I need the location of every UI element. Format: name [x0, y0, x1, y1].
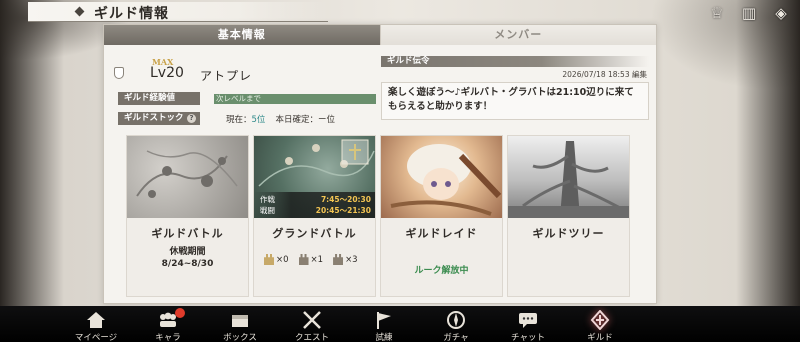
guild-name: アトプレ	[200, 69, 253, 83]
exp-bar-text: 次レベルまで	[216, 93, 261, 103]
stock-confirmed-label: 本日確定：	[275, 114, 318, 125]
guild-header: MAX Lv20 アトプレ	[114, 55, 374, 83]
schedule-row-battle: 戦闘 20:45～21:30	[260, 205, 371, 216]
guild-level: Lv20	[150, 65, 184, 81]
title-plate: ギルド情報	[28, 2, 328, 22]
nav-item-flag[interactable]: 試練	[349, 306, 419, 342]
tower-icon	[333, 254, 344, 265]
nav-item-characters[interactable]: キャラ	[133, 306, 203, 342]
guild-tree-image	[508, 136, 629, 218]
raid-status: ルーク解放中	[414, 266, 469, 276]
schedule-time: 20:45～21:30	[315, 206, 371, 215]
tower-counts: ×0 ×1 ×3	[264, 254, 358, 265]
schedule-label: 戦闘	[260, 206, 275, 215]
guild-message: ギルド伝令 2026/07/18 18:53 編集 楽しく遊ぼう～♪ギルバト・グ…	[381, 56, 649, 128]
card-title: グランドバトル	[272, 227, 357, 240]
stock-current-rank: 5位	[251, 114, 266, 125]
stock-label-text: ギルドストック	[124, 113, 184, 123]
guild-icon	[589, 309, 611, 331]
grand-battle-map-image: 作戦 7:45～20:30 戦闘 20:45～21:30	[254, 136, 375, 218]
nav-label: マイページ	[74, 333, 118, 342]
message-body: 楽しく遊ぼう～♪ギルバト・グラバトは21:10辺りに来てもらえると助かります！	[381, 82, 649, 120]
tower-count-brown: ×1	[298, 254, 324, 265]
help-icon[interactable]: ?	[187, 114, 196, 123]
feature-cards: ギルドバトル 休戦期間 8/24~8/30 作戦 7:45～20:30 戦闘 2…	[126, 135, 636, 297]
tower-count-text: ×1	[310, 254, 324, 265]
nav-label: 試練	[375, 333, 393, 342]
nav-item-box[interactable]: ボックス	[205, 306, 275, 342]
message-timestamp: 2026/07/18 18:53	[562, 70, 630, 79]
card-title: ギルドレイド	[405, 227, 478, 240]
card-title: ギルドツリー	[532, 227, 605, 240]
exp-row: ギルド経験値 次レベルまで	[118, 92, 376, 105]
tab-bar: 基本情報 メンバー	[104, 25, 656, 45]
nav-label: クエスト	[294, 333, 329, 342]
exp-label: ギルド経験値	[118, 92, 200, 105]
crown-icon[interactable]: ♕	[706, 3, 728, 23]
exp-bar: 次レベルまで	[214, 93, 376, 104]
guild-raid-character-image	[381, 136, 502, 218]
schedule-row-strategy: 作戦 7:45～20:30	[260, 194, 371, 205]
guild-tree-card[interactable]: ギルドツリー	[507, 135, 630, 297]
stock-current-label: 現在：	[226, 114, 252, 125]
gacha-icon	[445, 310, 467, 330]
guild-raid-card[interactable]: ギルドレイド ルーク解放中	[380, 135, 503, 297]
tower-count-text: ×3	[345, 254, 358, 265]
page-title: ギルド情報	[94, 6, 169, 22]
grand-battle-schedule: 作戦 7:45～20:30 戦闘 20:45～21:30	[254, 192, 375, 218]
tower-count-gold: ×0	[264, 254, 289, 265]
nav-item-chat[interactable]: チャット	[493, 306, 563, 342]
guild-emblem-icon[interactable]	[114, 67, 124, 79]
nav-label: チャット	[511, 333, 545, 342]
box-icon	[229, 310, 251, 330]
tower-icon	[298, 254, 309, 265]
battle-period: 8/24~8/30	[161, 259, 214, 269]
nav-item-swords[interactable]: クエスト	[277, 306, 347, 342]
tower-icon	[264, 254, 274, 265]
tab-basic-info[interactable]: 基本情報	[104, 25, 380, 45]
nav-label: ガチャ	[443, 333, 469, 342]
home-icon	[85, 310, 107, 330]
notification-badge	[175, 308, 185, 318]
chat-icon	[517, 310, 539, 330]
diamond-icon	[74, 6, 85, 17]
battle-status: 休戦期間 8/24~8/30	[127, 246, 248, 270]
top-icon-bar: ♕ ▥ ◈	[706, 3, 792, 23]
flag-icon	[373, 310, 395, 330]
nav-item-guild[interactable]: ギルド	[565, 306, 635, 342]
guild-screen: ギルド情報 ♕ ▥ ◈ 基本情報 メンバー MAX Lv20 アトプレ ギルド経…	[0, 0, 800, 342]
message-header: ギルド伝令	[381, 56, 649, 67]
swords-icon	[301, 310, 323, 330]
grand-battle-card[interactable]: 作戦 7:45～20:30 戦闘 20:45～21:30 グランドバトル ×0 …	[253, 135, 376, 297]
message-meta: 2026/07/18 18:53 編集	[381, 69, 649, 80]
nav-label: キャラ	[155, 333, 181, 342]
schedule-label: 作戦	[260, 195, 275, 204]
edit-button[interactable]: 編集	[632, 70, 647, 79]
stock-confirmed-value: ー位	[317, 114, 335, 125]
guild-battle-map-image	[127, 136, 248, 218]
tag-icon[interactable]: ◈	[770, 3, 792, 23]
battle-status-text: 休戦期間	[169, 247, 206, 257]
nav-item-gacha[interactable]: ガチャ	[421, 306, 491, 342]
stock-row: ギルドストック ? 現在：5位 本日確定：ー位	[118, 112, 376, 125]
tower-count-brown: ×3	[333, 254, 358, 265]
stock-info: 現在：5位 本日確定：ー位	[226, 113, 335, 125]
nav-item-home[interactable]: マイページ	[61, 306, 131, 342]
stock-label: ギルドストック ?	[118, 112, 200, 125]
nav-label: ギルド	[587, 333, 613, 342]
guild-battle-card[interactable]: ギルドバトル 休戦期間 8/24~8/30	[126, 135, 249, 297]
card-title: ギルドバトル	[151, 227, 224, 240]
bottom-navigation: マイページ キャラ ボックス クエスト 試練 ガチャ チャット ギルド	[0, 306, 800, 342]
schedule-time: 7:45～20:30	[320, 195, 371, 204]
nav-label: ボックス	[223, 333, 257, 342]
guild-info-panel: 基本情報 メンバー MAX Lv20 アトプレ ギルド経験値 次レベルまで ギル…	[103, 24, 657, 304]
tab-members[interactable]: メンバー	[379, 25, 656, 45]
tower-count-text: ×0	[276, 254, 289, 265]
book-icon[interactable]: ▥	[738, 3, 760, 23]
